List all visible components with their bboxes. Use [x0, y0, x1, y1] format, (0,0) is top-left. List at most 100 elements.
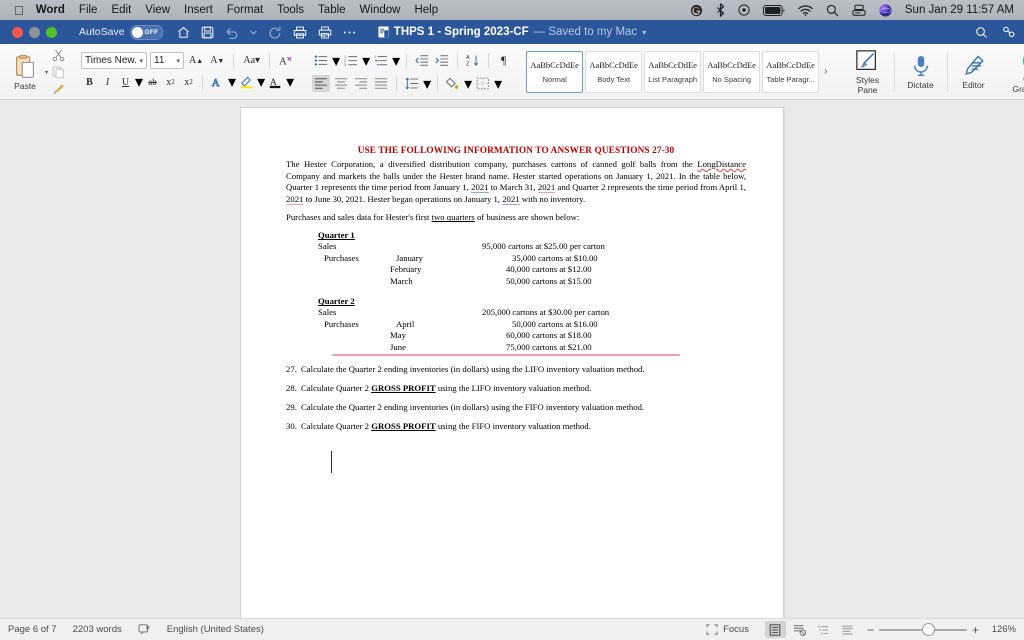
screen-recording-icon[interactable] — [738, 4, 750, 16]
text-effects-icon[interactable]: A — [208, 74, 227, 91]
paste-dropdown-icon[interactable]: ▾ — [45, 69, 48, 76]
print-layout-icon[interactable] — [764, 621, 786, 638]
menu-item-file[interactable]: File — [79, 4, 98, 16]
editor-button[interactable]: Editor — [951, 47, 997, 97]
style-normal[interactable]: AaBbCcDdEe Normal — [526, 50, 584, 93]
wifi-icon[interactable] — [798, 4, 813, 16]
scissors-icon[interactable] — [52, 49, 65, 62]
highlight-dropdown-icon[interactable]: ▾ — [257, 72, 265, 92]
sort-icon[interactable]: AZ — [464, 52, 482, 69]
style-list-paragraph[interactable]: AaBbCcDdEe List Paragraph — [644, 50, 702, 93]
menu-item-window[interactable]: Window — [360, 4, 401, 16]
shading-icon[interactable] — [444, 75, 462, 92]
document-title[interactable]: THPS 1 - Spring 2023-CF — [394, 26, 529, 38]
zoom-in-button[interactable]: + — [972, 623, 979, 637]
align-left-icon[interactable] — [312, 75, 331, 92]
language-indicator[interactable]: English (United States) — [167, 624, 264, 635]
style-body-text[interactable]: AaBbCcDdEe Body Text — [585, 50, 643, 93]
numbered-list-icon[interactable]: 123 — [342, 52, 360, 69]
align-right-icon[interactable] — [352, 75, 370, 92]
menu-bar-clock[interactable]: Sun Jan 29 11:57 AM — [905, 4, 1014, 16]
increase-font-size-icon[interactable]: A ▲ — [187, 52, 205, 69]
decrease-indent-icon[interactable] — [413, 52, 431, 69]
style-no-spacing[interactable]: AaBbCcDdEe No Spacing — [703, 50, 761, 93]
multilevel-dropdown-icon[interactable]: ▾ — [392, 51, 400, 71]
paste-button[interactable]: Paste — [5, 54, 45, 91]
borders-dropdown-icon[interactable]: ▾ — [494, 74, 502, 94]
document-page[interactable]: USE THE FOLLOWING INFORMATION TO ANSWER … — [241, 108, 783, 618]
chevron-right-icon[interactable]: › — [821, 66, 830, 77]
more-icon[interactable] — [343, 30, 356, 35]
spotlight-search-icon[interactable] — [826, 4, 839, 17]
text-effects-dropdown-icon[interactable]: ▾ — [228, 72, 236, 92]
grammarly-icon[interactable] — [690, 4, 703, 17]
save-icon[interactable] — [201, 26, 214, 39]
menu-item-format[interactable]: Format — [227, 4, 263, 16]
autosave-toggle[interactable]: OFF — [129, 24, 163, 40]
document-canvas[interactable]: USE THE FOLLOWING INFORMATION TO ANSWER … — [0, 100, 1024, 618]
search-icon[interactable] — [975, 26, 988, 39]
italic-button[interactable]: I — [99, 74, 116, 91]
misspelled-word[interactable]: LongDistance — [697, 159, 746, 169]
clear-formatting-icon[interactable]: A — [277, 52, 296, 69]
menu-item-edit[interactable]: Edit — [111, 4, 131, 16]
line-spacing-dropdown-icon[interactable]: ▾ — [423, 74, 431, 94]
multilevel-list-icon[interactable]: 1 — [372, 52, 390, 69]
menu-item-view[interactable]: View — [145, 4, 170, 16]
redo-icon[interactable] — [268, 26, 282, 39]
word-count[interactable]: 2203 words — [73, 624, 122, 635]
copy-icon[interactable] — [52, 66, 65, 79]
focus-mode-button[interactable]: Focus — [706, 624, 749, 635]
line-spacing-icon[interactable] — [403, 75, 421, 92]
proofing-errors-icon[interactable] — [138, 624, 151, 635]
shading-dropdown-icon[interactable]: ▾ — [464, 74, 472, 94]
bluetooth-icon[interactable] — [716, 3, 725, 17]
style-table-paragraph[interactable]: AaBbCcDdEe Table Paragr... — [762, 50, 820, 93]
chevron-down-icon[interactable]: ▾ — [642, 28, 646, 37]
menu-item-insert[interactable]: Insert — [184, 4, 213, 16]
strikethrough-button[interactable]: ab — [144, 74, 161, 91]
styles-pane-button[interactable]: Styles Pane — [845, 47, 891, 97]
text-highlight-icon[interactable] — [237, 74, 256, 91]
zoom-slider-thumb[interactable] — [922, 624, 934, 635]
web-layout-icon[interactable] — [789, 621, 810, 638]
apple-logo-icon[interactable]:  — [14, 4, 24, 17]
menu-item-help[interactable]: Help — [414, 4, 438, 16]
menu-item-word[interactable]: Word — [36, 4, 65, 16]
minimize-window-button[interactable] — [29, 26, 40, 38]
underline-button[interactable]: U — [117, 74, 134, 91]
menu-item-tools[interactable]: Tools — [277, 4, 304, 16]
autosave-control[interactable]: AutoSave OFF — [79, 24, 163, 40]
maximize-window-button[interactable] — [46, 26, 57, 38]
bullet-list-icon[interactable] — [312, 52, 330, 69]
underline-dropdown-icon[interactable]: ▾ — [135, 72, 143, 92]
outline-view-icon[interactable] — [813, 621, 834, 638]
zoom-out-button[interactable]: − — [867, 623, 874, 637]
close-window-button[interactable] — [12, 26, 23, 38]
font-color-icon[interactable]: A — [266, 74, 285, 91]
zoom-slider-track[interactable] — [878, 624, 967, 635]
subscript-button[interactable]: x2 — [162, 74, 179, 91]
draft-view-icon[interactable] — [837, 621, 858, 638]
increase-indent-icon[interactable] — [433, 52, 451, 69]
menu-item-table[interactable]: Table — [318, 4, 346, 16]
decrease-font-size-icon[interactable]: A ▼ — [208, 52, 226, 69]
change-case-button[interactable]: Aa ▾ — [241, 52, 262, 69]
paragraph-marks-icon[interactable]: ¶ — [495, 52, 512, 69]
bold-button[interactable]: B — [81, 74, 98, 91]
undo-icon[interactable] — [225, 26, 239, 39]
battery-icon[interactable] — [762, 4, 785, 16]
borders-icon[interactable] — [474, 75, 492, 92]
siri-icon[interactable] — [879, 3, 892, 17]
superscript-button[interactable]: x2 — [180, 74, 197, 91]
numbering-dropdown-icon[interactable]: ▾ — [362, 51, 370, 71]
undo-dropdown-icon[interactable] — [249, 30, 257, 35]
align-center-icon[interactable] — [332, 75, 350, 92]
font-family-combo[interactable]: Times New... ▾ — [81, 52, 148, 69]
dictate-button[interactable]: Dictate — [898, 47, 944, 97]
page-indicator[interactable]: Page 6 of 7 — [8, 624, 57, 635]
font-size-combo[interactable]: 11 ▾ — [150, 52, 185, 69]
print-icon[interactable] — [293, 26, 307, 39]
ribbon-options-icon[interactable] — [1002, 26, 1016, 39]
home-icon[interactable] — [177, 26, 190, 39]
